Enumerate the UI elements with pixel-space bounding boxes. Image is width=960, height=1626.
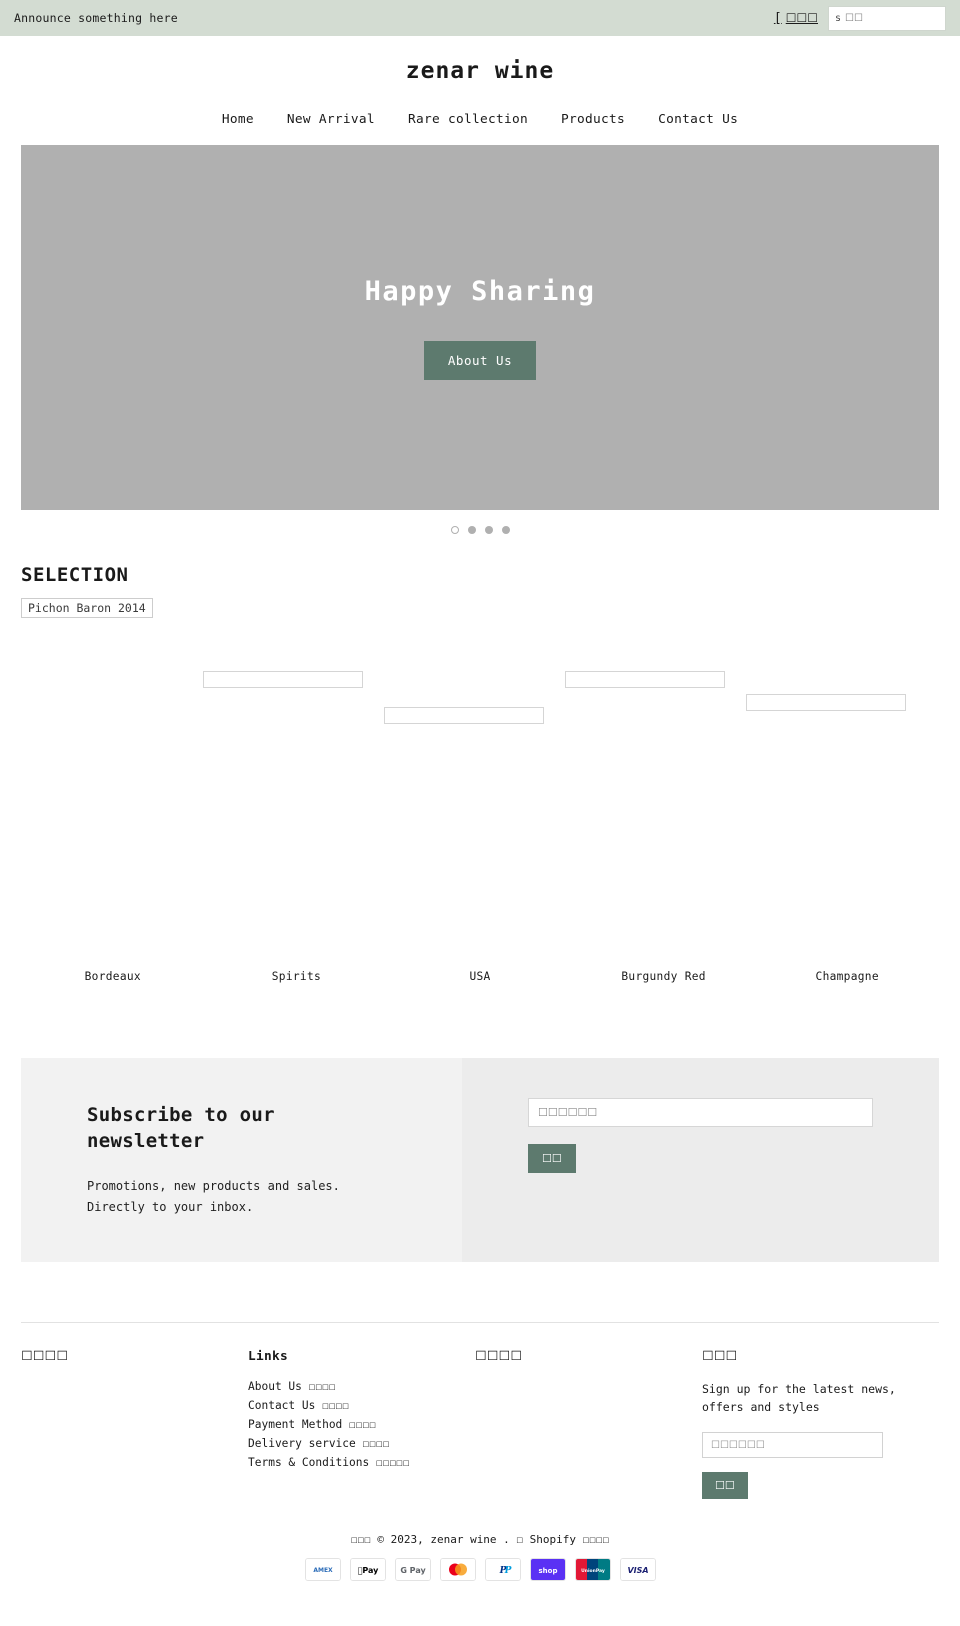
newsletter-email-input[interactable]: ☐☐☐☐☐☐	[528, 1098, 873, 1127]
apple-pay-icon: Pay	[349, 1558, 386, 1582]
slider-dot-2[interactable]	[467, 526, 476, 534]
visa-icon: VISA	[619, 1558, 656, 1582]
footer-heading-1: ☐☐☐☐	[21, 1348, 69, 1364]
section-title-selection: SELECTION	[21, 564, 129, 586]
google-pay-icon: G Pay	[394, 1558, 431, 1582]
site-footer: ☐☐☐☐ Links About Us ☐☐☐☐ Contact Us ☐☐☐☐…	[21, 1321, 939, 1582]
nav-item-rare-collection[interactable]: Rare collection	[408, 112, 528, 127]
footer-columns: ☐☐☐☐ Links About Us ☐☐☐☐ Contact Us ☐☐☐☐…	[21, 1349, 939, 1500]
nav-item-home[interactable]: Home	[222, 112, 254, 127]
site-logo-title[interactable]: zenar wine	[0, 58, 960, 84]
newsletter-heading: Subscribe to our newsletter	[87, 1104, 275, 1153]
footer-column-3: ☐☐☐☐	[475, 1349, 702, 1500]
cart-label: ☐☐☐	[785, 11, 818, 25]
newsletter-subscribe-button[interactable]: ☐☐	[528, 1144, 576, 1173]
slider-dot-3[interactable]	[484, 526, 493, 534]
announcement-bar: Announce something here [ ☐☐☐ s ☐☐	[0, 0, 960, 36]
footer-link-payment-method[interactable]: Payment Method ☐☐☐☐	[248, 1418, 475, 1431]
search-placeholder: ☐☐	[845, 12, 863, 24]
payment-methods-row: AMEX Pay G Pay PP shop UnionPay VISA	[21, 1558, 939, 1582]
footer-signup-note: Sign up for the latest news, offers and …	[702, 1381, 896, 1415]
product-name-usa[interactable]: USA	[388, 970, 572, 983]
svg-text:UnionPay: UnionPay	[581, 1568, 605, 1574]
footer-link-about-us[interactable]: About Us ☐☐☐☐	[248, 1380, 475, 1393]
footer-column-signup: ☐☐☐ Sign up for the latest news, offers …	[702, 1349, 939, 1500]
footer-link-terms-conditions[interactable]: Terms & Conditions ☐☐☐☐☐	[248, 1456, 475, 1469]
search-icon: s	[835, 12, 842, 24]
american-express-icon: AMEX	[304, 1558, 341, 1582]
product-name-burgundy-red[interactable]: Burgundy Red	[572, 970, 756, 983]
newsletter-copy: Subscribe to our newsletter Promotions, …	[21, 1058, 462, 1262]
newsletter-subtext: Promotions, new products and sales. Dire…	[87, 1179, 340, 1215]
search-input[interactable]: s ☐☐	[828, 5, 946, 31]
announcement-actions: [ ☐☐☐ s ☐☐	[774, 5, 946, 31]
svg-text:P: P	[503, 1566, 511, 1576]
broken-image-alt-2[interactable]	[203, 671, 363, 688]
site-header: zenar wine Home New Arrival Rare collect…	[0, 36, 960, 145]
cart-bracket-icon: [	[773, 10, 782, 26]
hero-slide: Happy Sharing About Us	[21, 145, 939, 510]
hero-title: Happy Sharing	[364, 275, 596, 307]
nav-item-contact-us[interactable]: Contact Us	[658, 112, 738, 127]
footer-link-contact-us[interactable]: Contact Us ☐☐☐☐	[248, 1399, 475, 1412]
footer-heading-signup: ☐☐☐	[702, 1348, 738, 1364]
copyright-text: ☐☐☐ © 2023, zenar wine . ☐ Shopify ☐☐☐☐	[350, 1533, 610, 1547]
footer-link-delivery-service[interactable]: Delivery service ☐☐☐☐	[248, 1437, 475, 1450]
mastercard-icon	[439, 1558, 476, 1582]
footer-signup-button[interactable]: ☐☐	[702, 1472, 748, 1500]
selection-section: SELECTION Pichon Baron 2014 Bordeaux Spi…	[0, 534, 960, 983]
paypal-icon: PP	[484, 1558, 521, 1582]
announcement-text: Announce something here	[14, 11, 178, 25]
broken-image-alt-3[interactable]	[384, 707, 544, 724]
svg-text:G Pay: G Pay	[400, 1566, 426, 1575]
svg-text:AMEX: AMEX	[313, 1567, 333, 1574]
product-name-spirits[interactable]: Spirits	[205, 970, 389, 983]
nav-item-new-arrival[interactable]: New Arrival	[287, 112, 375, 127]
footer-column-1: ☐☐☐☐	[21, 1349, 248, 1500]
footer-heading-3: ☐☐☐☐	[475, 1348, 523, 1364]
union-pay-icon: UnionPay	[574, 1558, 611, 1582]
cart-link[interactable]: [ ☐☐☐	[774, 11, 818, 26]
newsletter-section: Subscribe to our newsletter Promotions, …	[21, 1058, 939, 1262]
footer-link-list: About Us ☐☐☐☐ Contact Us ☐☐☐☐ Payment Me…	[248, 1380, 475, 1469]
svg-text:shop: shop	[538, 1567, 557, 1575]
product-name-bordeaux[interactable]: Bordeaux	[21, 970, 205, 983]
main-navigation: Home New Arrival Rare collection Product…	[0, 112, 960, 145]
newsletter-form: ☐☐☐☐☐☐ ☐☐	[462, 1058, 939, 1262]
product-image-grid	[21, 618, 939, 918]
svg-text:Pay: Pay	[357, 1566, 379, 1575]
nav-item-products[interactable]: Products	[561, 112, 625, 127]
shop-pay-icon: shop	[529, 1558, 566, 1582]
svg-text:VISA: VISA	[627, 1566, 648, 1575]
broken-image-alt-5[interactable]	[746, 694, 906, 711]
slider-dots	[0, 526, 960, 534]
slider-dot-4[interactable]	[501, 526, 510, 534]
broken-image-alt-1[interactable]: Pichon Baron 2014	[21, 598, 153, 618]
hero-section: Happy Sharing About Us	[0, 145, 960, 510]
slider-dot-1[interactable]	[450, 526, 459, 534]
footer-column-links: Links About Us ☐☐☐☐ Contact Us ☐☐☐☐ Paym…	[248, 1349, 475, 1500]
product-name-champagne[interactable]: Champagne	[755, 970, 939, 983]
footer-email-input[interactable]: ☐☐☐☐☐☐	[702, 1432, 883, 1459]
footer-heading-links: Links	[248, 1348, 289, 1364]
about-us-button[interactable]: About Us	[423, 340, 537, 380]
broken-image-alt-4[interactable]	[565, 671, 725, 688]
product-name-row: Bordeaux Spirits USA Burgundy Red Champa…	[21, 970, 939, 983]
